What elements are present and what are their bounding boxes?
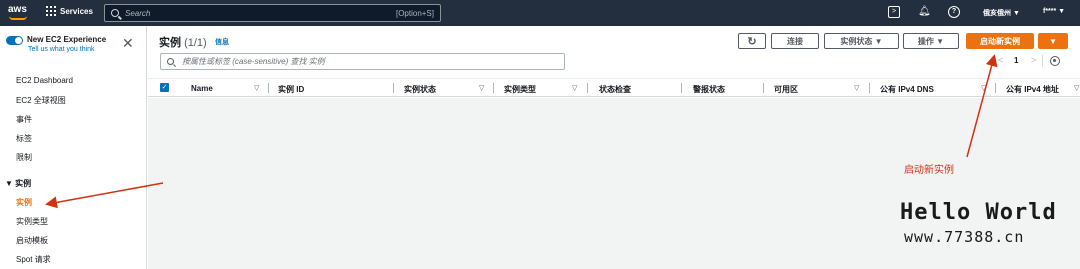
refresh-icon: ↻ (747, 35, 757, 48)
instance-filter-input[interactable]: 按属性或标签 (case-sensitive) 查找 实例 (160, 53, 565, 70)
sidebar-item-spot-requests[interactable]: Spot 请求 (16, 254, 51, 265)
column-divider[interactable] (493, 83, 494, 93)
sidebar-item-ec2-dashboard[interactable]: EC2 Dashboard (16, 76, 73, 85)
select-all-checkbox[interactable]: ✓ (160, 83, 169, 92)
services-label: Services (60, 6, 93, 16)
page-number[interactable]: 1 (1014, 56, 1018, 65)
search-icon (111, 9, 119, 17)
grid-menu-icon (46, 6, 56, 16)
next-page-button[interactable]: > (1031, 55, 1036, 65)
page-title-text: 实例 (159, 37, 181, 49)
new-experience-toggle[interactable] (6, 36, 23, 45)
page-title: 实例 (1/1) (159, 34, 207, 50)
services-menu-button[interactable]: Services (46, 6, 93, 16)
launch-annotation-label: 启动新实例 (904, 165, 954, 176)
column-divider[interactable] (587, 83, 588, 93)
instance-count: (1/1) (184, 37, 207, 49)
connect-label: 连接 (787, 36, 803, 46)
column-header-availability-zone[interactable]: 可用区 (774, 84, 798, 95)
filter-icon[interactable]: ▽ (981, 84, 986, 92)
column-header-alarm-status[interactable]: 警报状态 (693, 84, 725, 95)
filter-icon[interactable]: ▽ (572, 84, 577, 92)
column-header-instance-state[interactable]: 实例状态 (404, 84, 436, 95)
top-navigation-bar: aws Services Search [Option+S] > 🔔︎ ? 俄亥… (0, 0, 1080, 26)
filter-icon[interactable]: ▽ (479, 84, 484, 92)
global-search-input[interactable]: Search [Option+S] (104, 4, 441, 22)
instance-state-label: 实例状态 ▼ (840, 36, 883, 46)
column-divider[interactable] (268, 83, 269, 93)
launch-dropdown-button[interactable]: ▼ (1038, 33, 1068, 49)
chevron-down-icon: ▼ (1049, 36, 1057, 46)
connect-button[interactable]: 连接 (771, 33, 819, 49)
help-icon[interactable]: ? (948, 6, 960, 18)
aws-smile-icon (9, 16, 27, 20)
column-divider[interactable] (869, 83, 870, 93)
aws-logo-text: aws (8, 4, 27, 15)
gear-icon[interactable] (1050, 56, 1060, 66)
refresh-button[interactable]: ↻ (738, 33, 766, 49)
column-header-public-dns[interactable]: 公有 IPv4 DNS (880, 84, 934, 95)
column-header-instance-id[interactable]: 实例 ID (278, 84, 304, 95)
column-header-name[interactable]: Name (191, 84, 213, 93)
sidebar-section-instances[interactable]: ▼ 实例 (5, 178, 31, 189)
actions-button[interactable]: 操作 ▼ (903, 33, 959, 49)
sidebar-item-global-view[interactable]: EC2 全球视图 (16, 95, 66, 106)
filter-icon[interactable]: ▽ (1074, 84, 1079, 92)
info-link[interactable]: 信息 (215, 37, 229, 47)
feedback-link[interactable]: Tell us what you think (28, 46, 95, 53)
bell-icon[interactable]: 🔔︎ (918, 6, 931, 18)
sidebar-item-tags[interactable]: 标签 (16, 133, 32, 144)
actions-label: 操作 ▼ (917, 36, 945, 46)
cloudshell-icon[interactable]: > (888, 6, 900, 18)
column-divider[interactable] (681, 83, 682, 93)
sidebar-item-instance-types[interactable]: 实例类型 (16, 216, 48, 227)
sidebar-item-limits[interactable]: 限制 (16, 152, 32, 163)
launch-instance-button[interactable]: 启动新实例 (966, 33, 1034, 49)
sidebar-item-launch-templates[interactable]: 启动模板 (16, 235, 48, 246)
sidebar: New EC2 Experience Tell us what you thin… (0, 26, 147, 269)
watermark-title: Hello World (900, 200, 1057, 225)
search-placeholder: Search (125, 8, 151, 18)
account-menu[interactable]: f**** ▼ (1043, 8, 1065, 15)
filter-placeholder: 按属性或标签 (case-sensitive) 查找 实例 (182, 57, 325, 66)
instance-state-button[interactable]: 实例状态 ▼ (824, 33, 899, 49)
filter-icon[interactable]: ▽ (254, 84, 259, 92)
aws-logo[interactable]: aws (8, 4, 34, 22)
watermark-url: www.77388.cn (904, 228, 1025, 246)
column-divider[interactable] (995, 83, 996, 93)
column-header-instance-type[interactable]: 实例类型 (504, 84, 536, 95)
launch-instance-label: 启动新实例 (980, 36, 1020, 46)
top-icons-group: > 🔔︎ ? (888, 6, 960, 18)
region-selector[interactable]: 俄亥俄州 ▼ (983, 8, 1020, 18)
close-icon[interactable]: ✕ (122, 36, 134, 50)
column-header-public-ipv4[interactable]: 公有 IPv4 地址 (1006, 84, 1059, 95)
filter-icon[interactable]: ▽ (854, 84, 859, 92)
sidebar-item-instances[interactable]: 实例 (16, 197, 32, 208)
column-divider[interactable] (393, 83, 394, 93)
search-icon (167, 58, 174, 65)
new-experience-label: New EC2 Experience (27, 35, 107, 44)
column-header-status-check[interactable]: 状态检查 (599, 84, 631, 95)
prev-page-button[interactable]: < (998, 55, 1003, 65)
sidebar-item-events[interactable]: 事件 (16, 114, 32, 125)
table-header: ✓ Name ▽ 实例 ID 实例状态 ▽ 实例类型 ▽ 状态检查 警报状态 可… (148, 78, 1080, 97)
pager-divider (1042, 55, 1043, 67)
column-divider[interactable] (763, 83, 764, 93)
search-shortcut-hint: [Option+S] (395, 8, 434, 18)
